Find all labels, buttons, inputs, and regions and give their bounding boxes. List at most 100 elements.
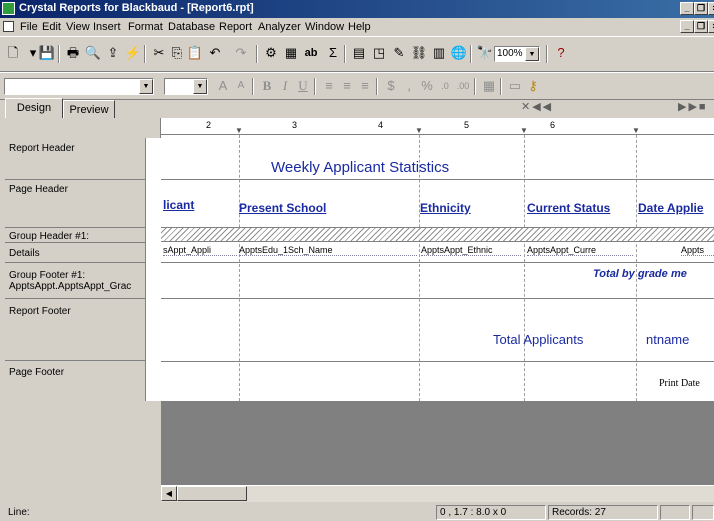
increase-decimal-icon[interactable]: .0 bbox=[436, 77, 454, 95]
menu-window[interactable]: Window bbox=[305, 21, 344, 33]
insert-table-icon[interactable]: ▦ bbox=[282, 44, 300, 62]
doc-restore-button[interactable]: ❐ bbox=[694, 20, 708, 33]
menu-format[interactable]: Format bbox=[128, 21, 163, 33]
save-icon[interactable]: 💾 bbox=[38, 44, 56, 62]
guide-marker-icon[interactable]: ▼ bbox=[235, 126, 243, 135]
percent-icon[interactable]: % bbox=[418, 77, 436, 95]
insert-chart-icon[interactable]: ▥ bbox=[430, 44, 448, 62]
menu-help[interactable]: Help bbox=[348, 21, 371, 33]
close-button[interactable]: × bbox=[708, 2, 714, 15]
doc-minimize-button[interactable]: _ bbox=[680, 20, 694, 33]
find-icon[interactable]: 🔭 bbox=[476, 44, 494, 62]
report-title[interactable]: Weekly Applicant Statistics bbox=[271, 159, 449, 176]
menu-edit[interactable]: Edit bbox=[42, 21, 61, 33]
detail-field-date[interactable]: Appts bbox=[681, 245, 714, 256]
border-icon[interactable]: ▦ bbox=[480, 77, 498, 95]
next-page-arrows-icon[interactable]: ▶▶■ bbox=[678, 100, 708, 113]
restore-button[interactable]: ❐ bbox=[694, 2, 708, 15]
section-label-report-header[interactable]: Report Header bbox=[9, 143, 75, 154]
increase-font-icon[interactable]: A bbox=[214, 77, 232, 95]
align-center-icon[interactable]: ≡ bbox=[338, 77, 356, 95]
insert-summary-icon[interactable]: Σ bbox=[324, 44, 342, 62]
menu-analyzer[interactable]: Analyzer bbox=[258, 21, 301, 33]
bold-icon[interactable]: B bbox=[258, 77, 276, 95]
decrease-font-icon[interactable]: A bbox=[232, 77, 250, 95]
comma-icon[interactable]: , bbox=[400, 77, 418, 95]
header-present-school[interactable]: Present School bbox=[239, 201, 419, 215]
menu-report[interactable]: Report bbox=[219, 21, 252, 33]
menu-database[interactable]: Database bbox=[168, 21, 215, 33]
section-marker-column bbox=[145, 138, 161, 401]
menu-file[interactable]: File bbox=[20, 21, 38, 33]
underline-icon[interactable]: U bbox=[294, 77, 312, 95]
section-label-page-header[interactable]: Page Header bbox=[9, 184, 68, 195]
font-name-select[interactable]: ▼ bbox=[4, 78, 154, 95]
select-expert-icon[interactable]: ⛓ bbox=[410, 44, 428, 62]
insert-picture-icon[interactable]: ✎ bbox=[390, 44, 408, 62]
tab-preview[interactable]: Preview bbox=[63, 100, 115, 120]
print-preview-icon[interactable]: 🔍 bbox=[84, 44, 102, 62]
section-label-report-footer[interactable]: Report Footer bbox=[9, 306, 71, 317]
redo-icon[interactable]: ↷ bbox=[232, 44, 250, 62]
document-icon[interactable] bbox=[3, 21, 14, 32]
section-label-page-footer[interactable]: Page Footer bbox=[9, 367, 64, 378]
ruler-label: 5 bbox=[464, 120, 470, 130]
detail-field-ethnicity[interactable]: ApptsAppt_Ethnic bbox=[421, 245, 521, 256]
chevron-down-icon[interactable]: ▼ bbox=[193, 79, 207, 94]
insert-text-icon[interactable]: ab bbox=[302, 44, 320, 62]
navigation-arrows-icon[interactable]: ✕◀◀ bbox=[521, 100, 553, 113]
header-applicant[interactable]: licant bbox=[163, 198, 229, 212]
horizontal-scrollbar[interactable]: ◀ bbox=[161, 485, 714, 502]
insert-subreport-icon[interactable]: ◳ bbox=[370, 44, 388, 62]
italic-icon[interactable]: I bbox=[276, 77, 294, 95]
minimize-button[interactable]: _ bbox=[680, 2, 694, 15]
section-label-group-header[interactable]: Group Header #1: bbox=[9, 231, 89, 242]
align-left-icon[interactable]: ≡ bbox=[320, 77, 338, 95]
insert-group-icon[interactable]: ▤ bbox=[350, 44, 368, 62]
group-footer-label[interactable]: Total by grade bbox=[593, 268, 668, 280]
paste-icon[interactable]: 📋 bbox=[186, 44, 204, 62]
report-footer-name[interactable]: ntname bbox=[646, 332, 689, 347]
insert-field-icon[interactable]: ⚙ bbox=[262, 44, 280, 62]
detail-field-school[interactable]: ApptsEdu_1Sch_Name bbox=[239, 245, 417, 256]
help-icon[interactable]: ? bbox=[552, 44, 570, 62]
cut-icon[interactable]: ✂ bbox=[150, 44, 168, 62]
align-right-icon[interactable]: ≡ bbox=[356, 77, 374, 95]
undo-icon[interactable]: ↶ bbox=[206, 44, 224, 62]
copy-icon[interactable]: ⎘ bbox=[168, 44, 186, 62]
font-size-select[interactable]: ▼ bbox=[164, 78, 208, 95]
format-painter-icon[interactable]: ▭ bbox=[506, 77, 524, 95]
print-date-field[interactable]: Print Date bbox=[659, 378, 700, 389]
detail-field-applicant[interactable]: sAppt_Appli bbox=[163, 245, 237, 256]
zoom-select[interactable]: 100% ▼ bbox=[494, 46, 540, 62]
doc-close-button[interactable]: × bbox=[708, 20, 714, 33]
report-footer-label[interactable]: Total Applicants bbox=[493, 332, 583, 347]
print-icon[interactable]: 🖶 bbox=[64, 44, 82, 62]
separator bbox=[546, 45, 548, 63]
menu-view[interactable]: View bbox=[66, 21, 90, 33]
scrollbar-thumb[interactable] bbox=[177, 486, 247, 501]
menu-insert[interactable]: Insert bbox=[93, 21, 121, 33]
tab-design[interactable]: Design bbox=[5, 98, 63, 119]
section-label-group-footer[interactable]: Group Footer #1: ApptsAppt.ApptsAppt_Gra… bbox=[9, 270, 131, 292]
new-icon[interactable]: 🗋 bbox=[4, 44, 22, 62]
guide-marker-icon[interactable]: ▼ bbox=[632, 126, 640, 135]
group-footer-name[interactable]: me bbox=[671, 268, 687, 280]
detail-field-status[interactable]: ApptsAppt_Curre bbox=[527, 245, 633, 256]
section-label-details[interactable]: Details bbox=[9, 248, 40, 259]
refresh-icon[interactable]: ⚡ bbox=[124, 44, 142, 62]
key-icon[interactable]: ⚷ bbox=[524, 77, 542, 95]
guide-marker-icon[interactable]: ▼ bbox=[415, 126, 423, 135]
scroll-left-icon[interactable]: ◀ bbox=[161, 486, 177, 501]
decrease-decimal-icon[interactable]: .00 bbox=[454, 77, 472, 95]
report-design-canvas[interactable]: Weekly Applicant Statistics licant Prese… bbox=[161, 135, 714, 401]
insert-map-icon[interactable]: 🌐 bbox=[450, 44, 468, 62]
currency-icon[interactable]: $ bbox=[382, 77, 400, 95]
header-current-status[interactable]: Current Status bbox=[527, 201, 635, 215]
header-date-applied[interactable]: Date Applie bbox=[638, 201, 714, 215]
guide-marker-icon[interactable]: ▼ bbox=[520, 126, 528, 135]
header-ethnicity[interactable]: Ethnicity bbox=[420, 201, 522, 215]
chevron-down-icon[interactable]: ▼ bbox=[139, 79, 153, 94]
export-icon[interactable]: ⇪ bbox=[104, 44, 122, 62]
chevron-down-icon[interactable]: ▼ bbox=[525, 47, 539, 61]
